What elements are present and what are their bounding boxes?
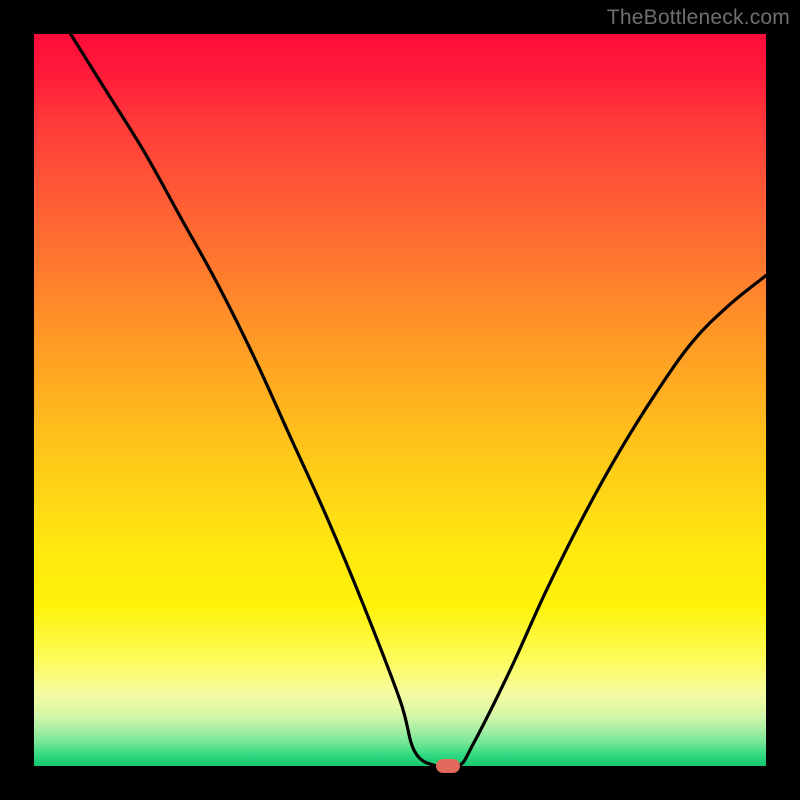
plot-area — [34, 34, 766, 766]
minimum-marker — [436, 759, 460, 773]
bottleneck-curve — [34, 34, 766, 766]
chart-frame: TheBottleneck.com — [0, 0, 800, 800]
watermark-text: TheBottleneck.com — [607, 6, 790, 30]
curve-path — [71, 34, 766, 768]
